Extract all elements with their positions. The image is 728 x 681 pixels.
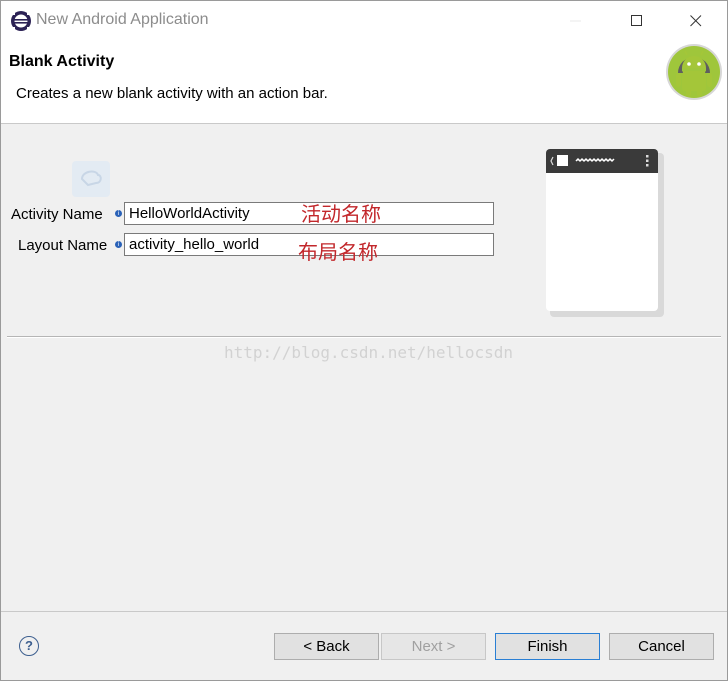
layout-name-label: Layout Name: [18, 237, 108, 254]
wizard-page-title: Blank Activity: [9, 53, 115, 70]
finish-button[interactable]: Finish: [495, 633, 600, 660]
eclipse-icon: [10, 10, 32, 32]
watermark-text: http://blog.csdn.net/hellocsdn: [224, 343, 513, 362]
title-bar: New Android Application: [1, 1, 727, 41]
activity-name-label: Activity Name: [11, 206, 103, 223]
minimize-icon: [570, 20, 581, 22]
minimize-button[interactable]: [553, 7, 599, 35]
footer-divider: [1, 611, 727, 612]
close-icon: [690, 15, 702, 27]
wizard-header: Blank Activity Creates a new blank activ…: [1, 41, 727, 124]
section-divider: [7, 336, 721, 338]
android-logo-icon: [665, 43, 723, 101]
window-title: New Android Application: [36, 11, 209, 28]
info-icon: i: [115, 241, 122, 248]
layout-name-annotation: 布局名称: [298, 240, 378, 264]
back-button[interactable]: < Back: [274, 633, 379, 660]
maximize-button[interactable]: [614, 7, 660, 35]
new-android-application-window: New Android Application Blank Activity C…: [0, 0, 728, 681]
maximize-icon: [631, 15, 642, 26]
action-bar-preview: [546, 149, 658, 173]
activity-template-icon: [72, 161, 110, 197]
help-button[interactable]: ?: [19, 636, 39, 656]
next-button[interactable]: Next >: [381, 633, 486, 660]
info-icon: i: [115, 210, 122, 217]
close-button[interactable]: [673, 7, 719, 35]
cancel-button[interactable]: Cancel: [609, 633, 714, 660]
activity-name-annotation: 活动名称: [301, 202, 381, 226]
wizard-page-description: Creates a new blank activity with an act…: [16, 85, 328, 102]
phone-preview-icon: [546, 149, 658, 311]
